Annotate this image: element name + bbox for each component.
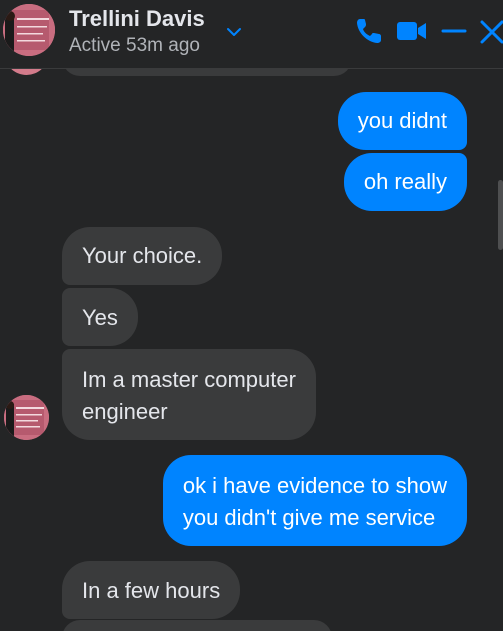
partial-message-bubble — [62, 620, 332, 631]
chat-window: Trellini Davis Active 53m ago you didnt … — [0, 0, 503, 631]
message-text: In a few hours — [82, 578, 221, 603]
avatar-image — [4, 395, 49, 440]
minimize-icon[interactable] — [440, 16, 468, 46]
close-icon[interactable] — [478, 16, 503, 46]
message-text-line: ok i have evidence to show — [182, 473, 447, 498]
message-text: oh really — [363, 169, 447, 194]
incoming-message[interactable]: Your choice. — [62, 227, 223, 285]
message-text-line: you didn't give me service — [182, 505, 436, 530]
active-status: Active 53m ago — [69, 35, 200, 56]
message-text-line: engineer — [82, 399, 168, 424]
video-camera-icon[interactable] — [394, 16, 428, 46]
message-text: Yes — [82, 305, 118, 330]
outgoing-message[interactable]: you didnt — [337, 92, 467, 150]
contact-name[interactable]: Trellini Davis — [69, 6, 205, 32]
message-text-line: Im a master computer — [82, 367, 296, 392]
outgoing-message[interactable]: ok i have evidence to show you didn't gi… — [162, 455, 467, 546]
contact-avatar[interactable] — [3, 4, 55, 56]
incoming-message[interactable]: Im a master computer engineer — [62, 349, 316, 440]
scrollbar-thumb[interactable] — [498, 180, 503, 250]
message-text: you didnt — [357, 108, 447, 133]
chat-header: Trellini Davis Active 53m ago — [0, 0, 503, 69]
phone-icon[interactable] — [354, 16, 384, 46]
incoming-message[interactable]: In a few hours — [62, 561, 241, 619]
incoming-message[interactable]: Yes — [62, 288, 138, 346]
outgoing-message[interactable]: oh really — [343, 153, 467, 211]
message-text: Your choice. — [82, 243, 203, 268]
avatar-image — [3, 4, 55, 56]
chevron-down-icon[interactable] — [224, 22, 244, 42]
contact-avatar-small[interactable] — [4, 395, 49, 440]
